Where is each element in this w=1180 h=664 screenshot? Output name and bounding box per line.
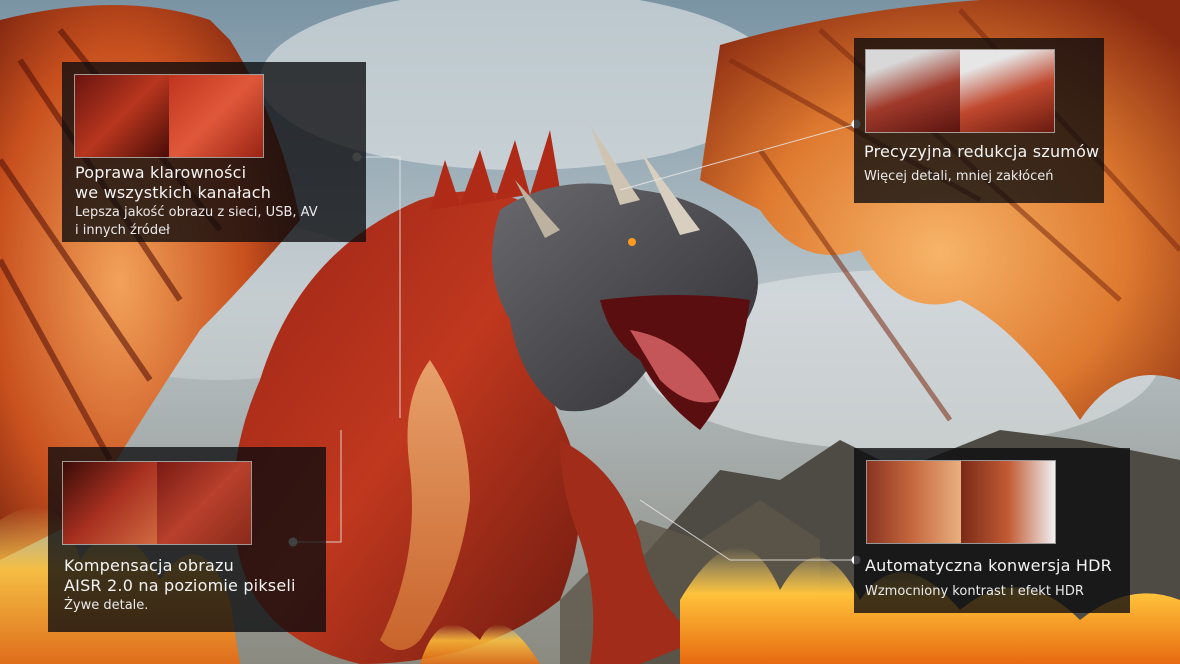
feature-panel-aisr: Kompensacja obrazu AISR 2.0 na poziomie …	[48, 447, 326, 632]
feature-title: Precyzyjna redukcja szumów	[864, 142, 1100, 161]
feature-panel-noise: Precyzyjna redukcja szumów Więcej detali…	[854, 38, 1104, 203]
comparison-thumbnail	[74, 74, 264, 158]
feature-title: AISR 2.0 na poziomie pikseli	[64, 576, 296, 595]
feature-subtitle: Wzmocniony kontrast i efekt HDR	[865, 584, 1084, 599]
feature-subtitle: i innych źródeł	[75, 223, 170, 238]
feature-title: Automatyczna konwersja HDR	[865, 556, 1112, 575]
comparison-thumbnail	[866, 460, 1056, 544]
feature-title: Poprawa klarowności	[75, 163, 247, 182]
feature-subtitle: Lepsza jakość obrazu z sieci, USB, AV	[75, 205, 318, 220]
comparison-thumbnail	[865, 49, 1055, 133]
feature-subtitle: Żywe detale.	[64, 598, 149, 613]
feature-subtitle: Więcej detali, mniej zakłóceń	[864, 169, 1054, 184]
comparison-thumbnail	[62, 461, 252, 545]
feature-title: Kompensacja obrazu	[64, 556, 234, 575]
feature-panel-hdr: Automatyczna konwersja HDR Wzmocniony ko…	[854, 448, 1130, 613]
feature-panel-clarity: Poprawa klarowności we wszystkich kanała…	[62, 62, 366, 242]
feature-title: we wszystkich kanałach	[75, 183, 272, 202]
